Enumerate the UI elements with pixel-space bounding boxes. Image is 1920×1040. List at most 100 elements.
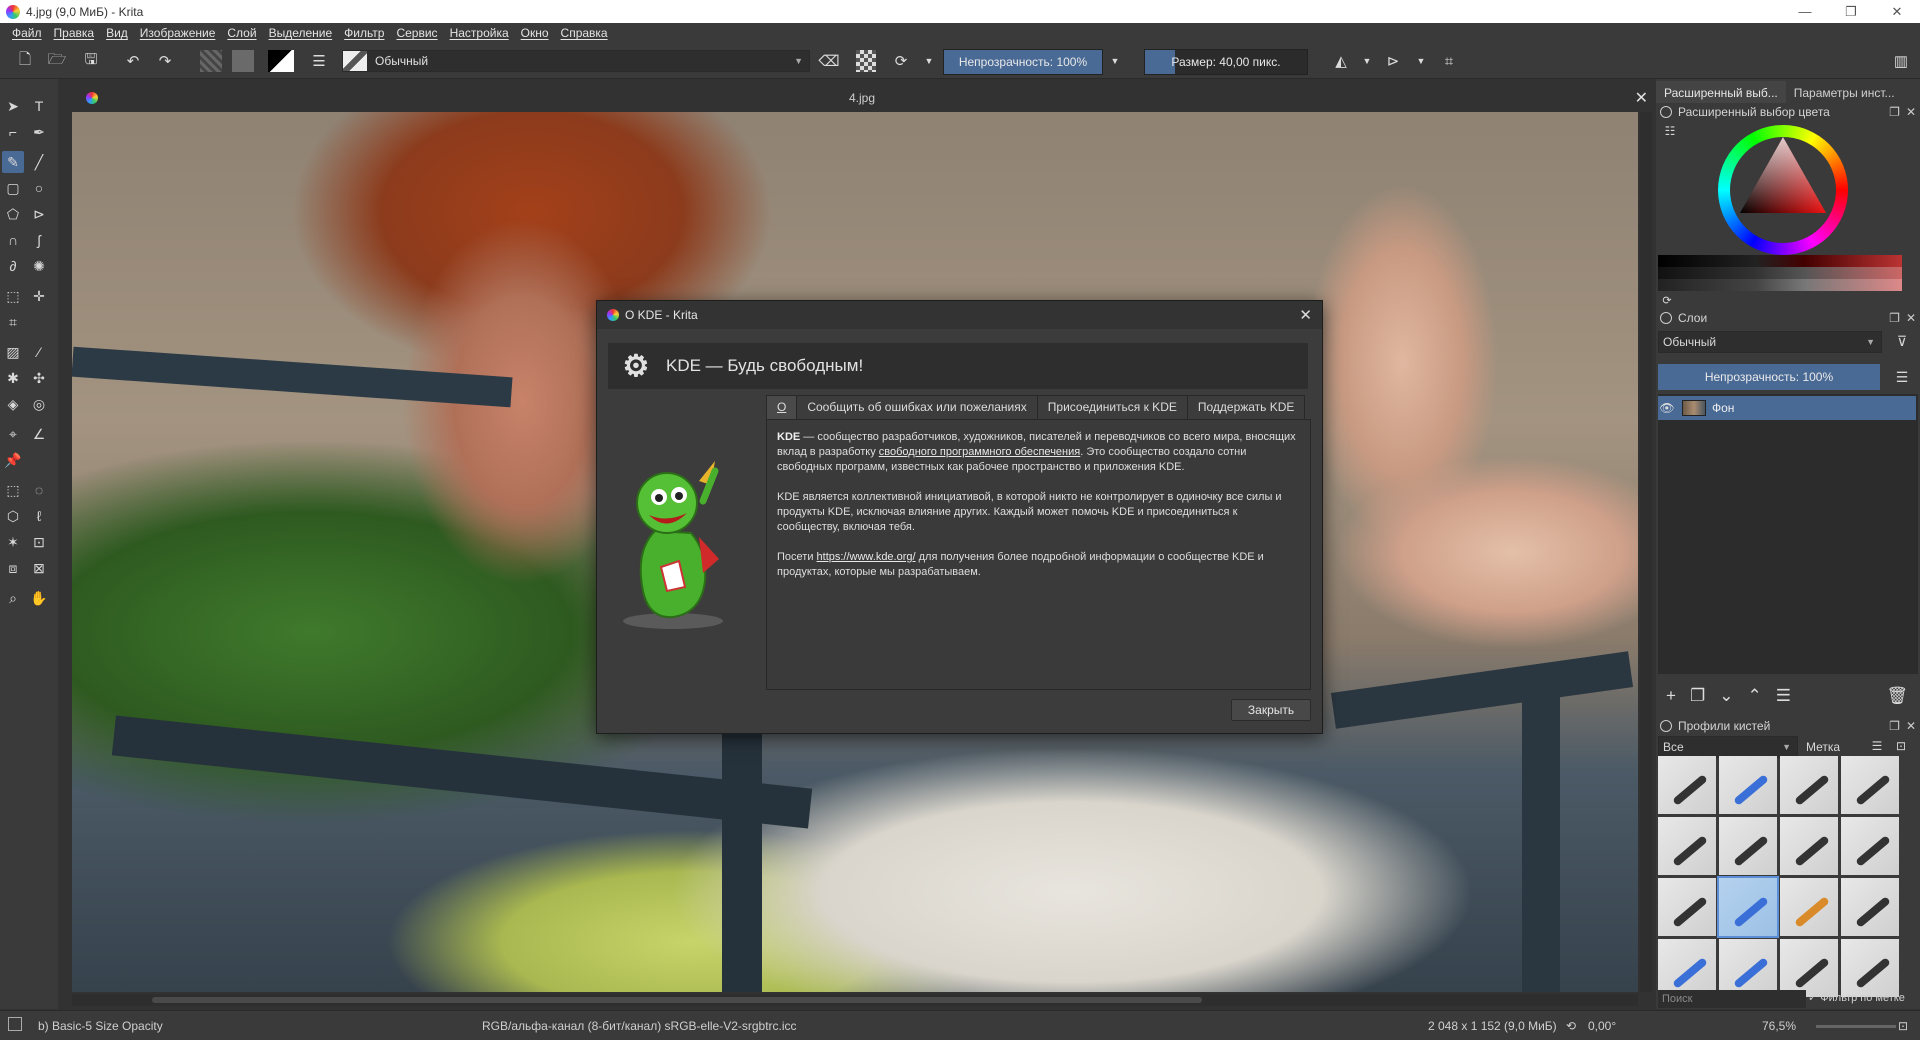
close-button[interactable]: Закрыть [1231,699,1311,721]
color-shade-strip-2[interactable] [1658,267,1902,279]
color-picker-tool-icon[interactable]: ⁄ [28,341,50,363]
magnetic-select-tool-icon[interactable]: ⊠ [28,557,50,579]
vertical-scrollbar[interactable] [1640,112,1652,992]
rectangle-tool-icon[interactable]: ▢ [2,177,24,199]
tab-support-kde[interactable]: Поддержать KDE [1186,395,1306,419]
layer-row[interactable]: 👁 Фон [1658,396,1916,420]
zoom-tool-icon[interactable]: ⌕ [2,587,24,609]
pan-tool-icon[interactable]: ✋ [28,587,50,609]
smart-patch-tool-icon[interactable]: ✣ [28,367,50,389]
polygon-select-tool-icon[interactable]: ⬡ [2,505,24,527]
dock-lock-icon[interactable] [1660,720,1672,732]
calligraphy-tool-icon[interactable]: ✒ [28,121,50,143]
layer-opacity-slider[interactable]: Непрозрачность: 100% [1658,364,1880,390]
brush-preset-tile[interactable] [1841,939,1899,997]
brush-preset-tile[interactable] [1780,878,1838,936]
menu-file[interactable]: Файл [6,26,48,40]
horizontal-scrollbar[interactable] [72,994,1638,1006]
kde-website-link[interactable]: https://www.kde.org/ [817,551,916,563]
blend-mode-combo[interactable]: Обычный ▼ [342,50,810,72]
duplicate-layer-icon[interactable]: ❐ [1690,686,1705,706]
reference-images-tool-icon[interactable]: 📌 [2,449,24,471]
opacity-slider[interactable]: Непрозрачность: 100% [943,49,1103,75]
preset-settings-icon[interactable]: ⊡ [1892,736,1910,756]
maximize-button[interactable]: ❐ [1828,0,1874,23]
save-document-icon[interactable]: 🖫 [82,51,100,70]
dock-lock-icon[interactable] [1660,312,1672,324]
colorize-mask-tool-icon[interactable]: ✱ [2,367,24,389]
tab-advanced-color[interactable]: Расширенный выб... [1656,81,1786,103]
polyline-tool-icon[interactable]: ⊳ [28,203,50,225]
brush-preset-tile[interactable] [1658,817,1716,875]
brush-preset-tile[interactable] [1841,817,1899,875]
close-window-button[interactable]: ✕ [1874,0,1920,23]
close-icon[interactable]: ✕ [1299,306,1312,324]
preserve-alpha-icon[interactable] [856,50,876,72]
menu-window[interactable]: Окно [515,26,555,40]
freehand-select-tool-icon[interactable]: ℓ [28,505,50,527]
select-shapes-tool-icon[interactable]: ➤ [2,95,24,117]
menu-settings[interactable]: Настройка [444,26,515,40]
menu-filter[interactable]: Фильтр [338,26,390,40]
menu-image[interactable]: Изображение [134,26,222,40]
close-icon[interactable]: ✕ [1906,105,1916,119]
refresh-icon[interactable]: ⟳ [1660,293,1674,307]
open-document-icon[interactable]: 🗁 [48,51,67,70]
filter-icon[interactable]: ⊽ [1892,331,1912,351]
preset-tag-button[interactable]: Метка [1802,736,1862,758]
assistant-tool-icon[interactable]: ⌖ [2,423,24,445]
brush-preset-tile[interactable] [1719,817,1777,875]
freehand-brush-tool-icon[interactable]: ✎ [2,151,24,173]
brush-preset-tile[interactable] [1841,878,1899,936]
line-tool-icon[interactable]: ╱ [28,151,50,173]
enclose-fill-tool-icon[interactable]: ◎ [28,393,50,415]
layer-blend-mode-combo[interactable]: Обычный ▼ [1658,331,1882,353]
close-icon[interactable]: ✕ [1906,719,1916,733]
brush-preset-tile[interactable] [1780,939,1838,997]
dynamic-brush-tool-icon[interactable]: ∂ [2,255,24,277]
rotate-icon[interactable]: ⟲ [1566,1019,1576,1033]
brush-settings-icon[interactable]: ☰ [310,52,328,70]
brush-preset-tile[interactable] [1780,817,1838,875]
color-shade-strip-3[interactable] [1658,279,1902,291]
fg-bg-color-icon[interactable] [268,50,294,72]
undo-icon[interactable]: ↶ [124,52,142,70]
bezier-tool-icon[interactable]: ∩ [2,229,24,251]
fill-tool-icon[interactable]: ◈ [2,393,24,415]
freehand-path-tool-icon[interactable]: ʃ [28,229,50,251]
brush-preset-tile[interactable] [1780,756,1838,814]
menu-help[interactable]: Справка [555,26,614,40]
crop-tool-icon[interactable]: ⌗ [2,311,24,333]
dock-lock-icon[interactable] [1660,106,1672,118]
brush-preset-tile[interactable] [1841,756,1899,814]
workspace-icon[interactable]: ▥ [1892,52,1910,70]
chevron-down-icon[interactable]: ▼ [920,52,938,70]
brush-preset-tile[interactable] [1658,939,1716,997]
brush-preset-tile-selected[interactable] [1717,876,1779,938]
add-layer-icon[interactable]: + [1666,686,1676,706]
tab-tool-options[interactable]: Параметры инст... [1786,81,1903,103]
transform-tool-icon[interactable]: ⬚ [2,285,24,307]
horizontal-scrollbar-thumb[interactable] [152,997,1202,1003]
polygon-tool-icon[interactable]: ⬠ [2,203,24,225]
color-shade-strip-1[interactable] [1658,255,1902,267]
measure-tool-icon[interactable]: ∠ [28,423,50,445]
eraser-icon[interactable]: ⌫ [818,52,839,70]
similar-select-tool-icon[interactable]: ⊡ [28,531,50,553]
brush-preset-thumb[interactable] [343,51,367,71]
mirror-vertical-icon[interactable]: ⊳ [1384,52,1402,70]
menu-view[interactable]: Вид [100,26,134,40]
status-rotation[interactable]: 0,00° [1588,1019,1616,1033]
tab-about[interactable]: О [766,395,798,419]
close-icon[interactable]: ✕ [1906,311,1916,325]
gradient-icon[interactable] [200,50,222,72]
preset-tag-filter-combo[interactable]: Все ▼ [1658,736,1798,758]
layer-properties-icon[interactable]: ☰ [1776,686,1791,706]
menu-tools[interactable]: Сервис [390,26,443,40]
filter-by-tag-checkbox[interactable]: ✓ Фильтр по метке [1808,991,1905,1004]
move-tool-icon[interactable]: ✛ [28,285,50,307]
chevron-down-icon[interactable]: ▼ [1358,52,1376,70]
float-icon[interactable]: ❐ [1889,311,1900,325]
visibility-eye-icon[interactable]: 👁 [1658,401,1676,415]
ellipse-select-tool-icon[interactable]: ◌ [28,479,50,501]
